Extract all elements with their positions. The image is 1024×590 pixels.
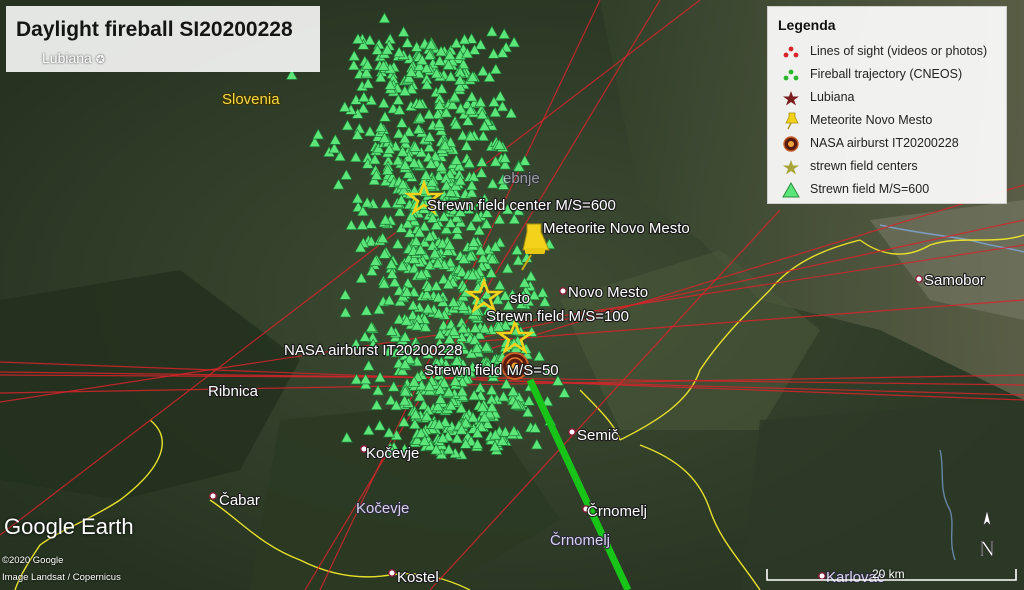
place-label-novo-mesto: Novo Mesto bbox=[568, 284, 648, 301]
place-label-kocevje: Kočevje bbox=[366, 445, 419, 462]
legend-title: Legenda bbox=[778, 17, 836, 33]
green-triangle-icon bbox=[782, 181, 800, 198]
legend-label: Lines of sight (videos or photos) bbox=[810, 44, 988, 58]
legend-panel: Legenda Lines of sight (videos or photos… bbox=[767, 6, 1007, 204]
town-dot bbox=[559, 287, 567, 295]
legend-item-strewn-centers: strewn field centers bbox=[778, 157, 1004, 177]
dark-star-icon bbox=[783, 91, 799, 106]
place-label-kocevje-faded: Kočevje bbox=[356, 500, 409, 517]
legend-label: Strewn field M/S=600 bbox=[810, 182, 930, 196]
place-label-samobor: Samobor bbox=[924, 272, 985, 289]
place-label-crnomelj: Črnomelj bbox=[587, 503, 647, 520]
green-dots-icon bbox=[783, 69, 799, 81]
place-label-cabar: Čabar bbox=[219, 492, 260, 509]
place-label-trebnje-fragment: ebnje bbox=[503, 170, 540, 187]
north-compass-icon[interactable]: N bbox=[972, 508, 1002, 564]
place-label-slovenia: Slovenia bbox=[222, 91, 280, 108]
town-dot bbox=[915, 275, 923, 283]
map-title: Daylight fireball SI20200228 bbox=[16, 18, 293, 41]
red-dots-icon bbox=[783, 46, 799, 58]
legend-item-lines-of-sight: Lines of sight (videos or photos) bbox=[778, 42, 1004, 62]
place-label-ribnica: Ribnica bbox=[208, 383, 259, 400]
town-dot bbox=[568, 428, 576, 436]
olive-star-icon bbox=[783, 160, 799, 175]
annotation-nasa: NASA airburst IT20200228 bbox=[284, 342, 462, 359]
copyright-credit: ©2020 Google bbox=[2, 555, 64, 566]
scale-label: 20 km bbox=[872, 567, 905, 581]
place-label-kostel: Kostel bbox=[397, 569, 439, 586]
ljubljana-star-icon: ✪ bbox=[95, 54, 105, 66]
town-dot bbox=[388, 569, 396, 577]
google-earth-logo: Google Earth bbox=[4, 514, 134, 539]
legend-item-nasa-airburst: NASA airburst IT20200228 bbox=[778, 134, 1004, 154]
legend-item-trajectory: Fireball trajectory (CNEOS) bbox=[778, 65, 1004, 85]
legend-item-strewn-field: Strewn field M/S=600 bbox=[778, 180, 1004, 200]
imagery-credit: Image Landsat / Copernicus bbox=[2, 572, 121, 583]
place-label-novo-mesto-fragment: sto bbox=[510, 290, 530, 307]
legend-label: strewn field centers bbox=[810, 159, 918, 173]
annotation-meteorite: Meteorite Novo Mesto bbox=[543, 220, 690, 237]
place-label-semic: Semič bbox=[577, 427, 619, 444]
compass-letter: N bbox=[979, 536, 995, 561]
ljubljana-text: Lubiana bbox=[42, 50, 92, 66]
map-view[interactable]: Slovenia Ribnica Kočevje Kočevje Čabar N… bbox=[0, 0, 1024, 590]
annotation-strewn-100: Strewn field M/S=100 bbox=[486, 308, 629, 325]
place-label-crnomelj-faded: Črnomelj bbox=[550, 532, 610, 549]
place-label-ljubljana: Lubiana ✪ bbox=[42, 50, 105, 66]
annotation-strewn-50: Strewn field M/S=50 bbox=[424, 362, 559, 379]
legend-item-lubiana: Lubiana bbox=[778, 88, 1004, 108]
legend-label: Lubiana bbox=[810, 90, 855, 104]
legend-label: Fireball trajectory (CNEOS) bbox=[810, 67, 963, 81]
red-circle-icon bbox=[783, 136, 799, 152]
yellow-pushpin-icon bbox=[785, 112, 799, 130]
legend-label: NASA airburst IT20200228 bbox=[810, 136, 959, 150]
legend-label: Meteorite Novo Mesto bbox=[810, 113, 933, 127]
annotation-strewn-600: Strewn field center M/S=600 bbox=[427, 197, 616, 214]
legend-item-meteorite: Meteorite Novo Mesto bbox=[778, 111, 1004, 131]
town-dot bbox=[209, 492, 217, 500]
